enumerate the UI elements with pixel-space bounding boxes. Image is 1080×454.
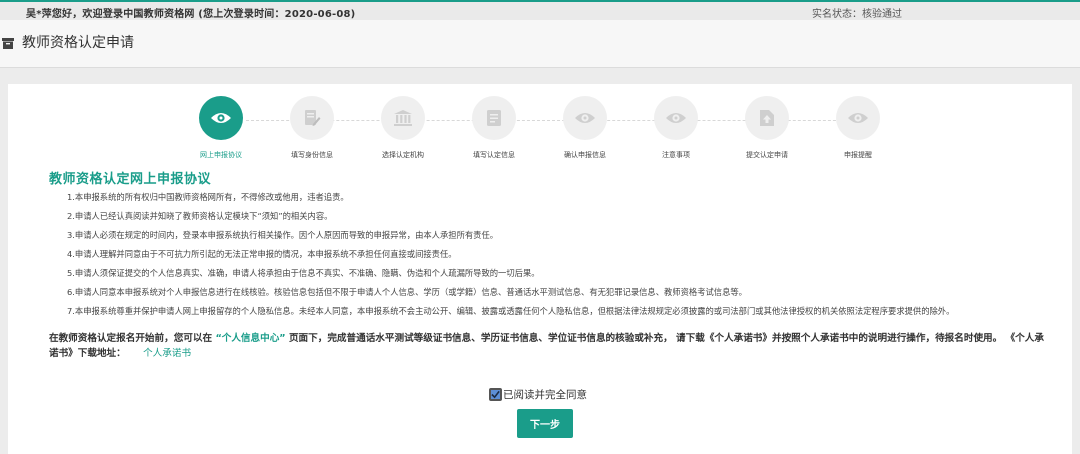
next-step-button[interactable]: 下一步 [517,409,573,438]
step-7-label: 提交认定申请 [746,151,788,159]
step-1-label: 网上申报协议 [200,151,242,159]
notice-text: 在教师资格认定报名开始前，您可以在 “个人信息中心” 页面下，完成普通话水平测试… [49,331,1049,361]
commitment-download-link[interactable]: 个人承诺书 [143,348,191,359]
agree-label: 已阅读并完全同意 [503,389,587,401]
step-1-circle [199,96,243,140]
page-title: 教师资格认定申请 [22,35,134,51]
notice-part-1: 在教师资格认定报名开始前，您可以在 [49,333,213,344]
agreement-item: 7.本申报系统尊重并保护申请人网上申报留存的个人隐私信息。未经本人同意，本申报系… [67,306,955,316]
step-5-label: 确认申报信息 [564,151,606,159]
document-icon [487,110,501,126]
step-3[interactable]: 选择认定机构 [353,96,453,160]
step-6[interactable]: 注意事项 [626,96,726,160]
progress-steps: 网上申报协议 填写身份信息 选择认定机构 填写认定信息 确认申报信息 注意事项 … [8,84,1072,164]
step-5[interactable]: 确认申报信息 [535,96,635,160]
welcome-text: 吴*萍您好，欢迎登录中国教师资格网 (您上次登录时间：2020-06-08) [26,9,356,20]
step-2-label: 填写身份信息 [291,151,333,159]
agreement-item: 1.本申报系统的所有权归中国教师资格网所有，不得修改或他用，违者追责。 [67,192,349,202]
agreement-title: 教师资格认定网上申报协议 [49,172,212,187]
step-3-circle [381,96,425,140]
step-4-label: 填写认定信息 [473,151,515,159]
agreement-item: 2.申请人已经认真阅读并知晓了教师资格认定模块下“须知”的相关内容。 [67,211,333,221]
step-8[interactable]: 申报提醒 [808,96,908,160]
eye-icon [211,113,231,123]
step-3-label: 选择认定机构 [382,151,424,159]
step-7[interactable]: 提交认定申请 [717,96,817,160]
agree-checkbox[interactable] [489,388,502,401]
step-8-circle [836,96,880,140]
step-7-circle [745,96,789,140]
step-4[interactable]: 填写认定信息 [444,96,544,160]
institution-icon [394,110,412,126]
edit-icon [305,110,321,126]
step-2-circle [290,96,334,140]
step-4-circle [472,96,516,140]
agreement-item: 4.申请人理解并同意由于不可抗力所引起的无法正常申报的情况，本申报系统不承担任何… [67,249,457,259]
step-6-label: 注意事项 [662,151,690,159]
step-1[interactable]: 网上申报协议 [171,96,271,160]
step-6-circle [654,96,698,140]
application-card: 网上申报协议 填写身份信息 选择认定机构 填写认定信息 确认申报信息 注意事项 … [8,84,1072,454]
step-5-circle [563,96,607,140]
agreement-item: 3.申请人必须在规定的时间内，登录本申报系统执行相关操作。因个人原因而导致的申报… [67,230,499,240]
step-2[interactable]: 填写身份信息 [262,96,362,160]
agreement-item: 5.申请人须保证提交的个人信息真实、准确，申请人将承担由于信息不真实、不准确、隐… [67,268,540,278]
page-title-bar: 教师资格认定申请 [0,20,1080,68]
verification-status: 实名状态：核验通过 [812,9,902,20]
eye-icon [848,113,868,123]
personal-center-link[interactable]: “个人信息中心” [215,333,285,344]
top-info-bar: 吴*萍您好，欢迎登录中国教师资格网 (您上次登录时间：2020-06-08) 实… [0,0,1080,20]
agree-checkbox-row[interactable]: 已阅读并完全同意 [489,387,587,402]
eye-icon [666,113,686,123]
agreement-item: 6.申请人同意本申报系统对个人申报信息进行在线核验。核验信息包括但不限于申请人个… [67,287,747,297]
archive-box-icon [2,38,14,49]
check-icon [491,390,500,399]
eye-icon [575,113,595,123]
step-8-label: 申报提醒 [844,151,872,159]
upload-file-icon [760,110,774,126]
